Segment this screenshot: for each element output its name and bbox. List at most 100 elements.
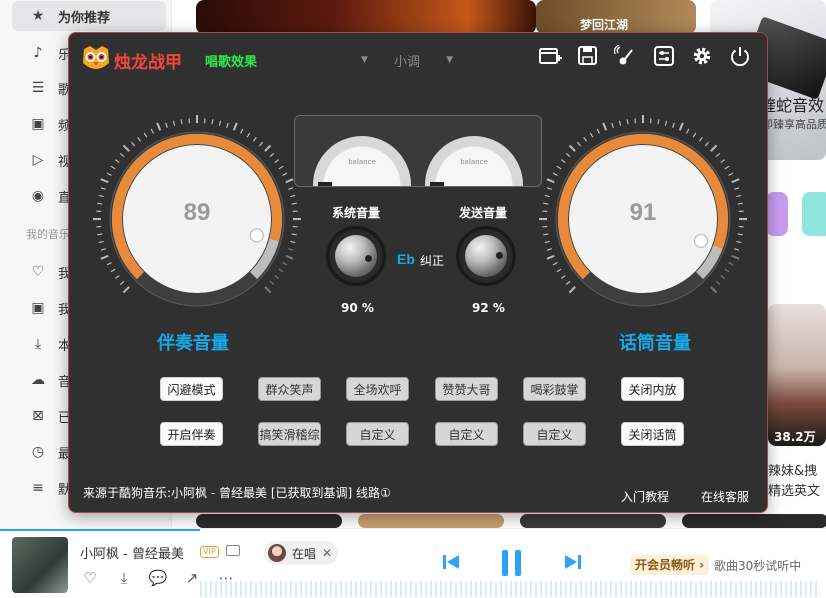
- bottom-tile[interactable]: [682, 514, 826, 528]
- next-track-button[interactable]: [564, 553, 582, 571]
- vip-upgrade-button[interactable]: 开会员畅听 ›: [630, 555, 710, 575]
- custom-effect-button[interactable]: 自定义: [346, 422, 409, 446]
- key-correct-button[interactable]: 纠正: [420, 252, 444, 269]
- dial-tick: [98, 240, 104, 244]
- dial-tick: [106, 172, 112, 176]
- dial-tick: [672, 122, 675, 128]
- sidebar-item-label: 为你推荐: [58, 10, 111, 26]
- banner-tile[interactable]: [196, 0, 536, 34]
- equalizer-button[interactable]: [651, 43, 677, 69]
- close-mic-button[interactable]: 关闭话筒: [621, 422, 684, 446]
- bottom-tile[interactable]: [520, 514, 666, 528]
- dial-tick: [100, 248, 106, 251]
- radio-icon: ▣: [31, 116, 45, 132]
- dial-tick: [114, 159, 120, 164]
- dial-tick: [736, 194, 742, 198]
- send-volume-knob[interactable]: [456, 226, 516, 286]
- settings-button[interactable]: [689, 43, 715, 69]
- dial-tick: [556, 165, 562, 170]
- dial-tick: [180, 119, 183, 125]
- meter-needle: [430, 182, 444, 186]
- dial-tick: [278, 165, 284, 170]
- banner-tile-game[interactable]: 梦回江湖: [536, 0, 696, 34]
- music-note-icon: ♪: [33, 45, 43, 61]
- dodge-mode-button[interactable]: 闪避模式: [160, 377, 223, 401]
- mic-volume-label: 话筒音量: [619, 333, 691, 354]
- singing-label: 在唱: [292, 546, 317, 561]
- artist-card[interactable]: 38.2万: [768, 304, 826, 446]
- mode-label[interactable]: 唱歌效果: [205, 51, 257, 70]
- download-icon[interactable]: ⤓: [114, 569, 134, 587]
- dial-tick: [269, 280, 275, 286]
- mv-icon[interactable]: [226, 545, 240, 556]
- close-icon[interactable]: ✕: [322, 546, 332, 560]
- system-volume-percent: 90 %: [341, 301, 374, 315]
- dial-tick: [211, 119, 214, 125]
- bottom-tile[interactable]: [196, 514, 342, 528]
- share-icon[interactable]: ↗: [182, 569, 202, 587]
- dial-tick: [692, 132, 697, 138]
- accompany-volume-value: 89: [183, 199, 211, 226]
- dial-tick: [278, 268, 284, 273]
- dial-tick: [611, 122, 614, 128]
- dial-tick: [110, 165, 116, 170]
- comment-icon[interactable]: 💬: [148, 569, 168, 587]
- save-button[interactable]: [575, 43, 601, 69]
- category-pill[interactable]: [802, 192, 826, 236]
- album-cover[interactable]: [12, 537, 68, 593]
- dial-tick: [698, 136, 703, 142]
- dial-tick: [724, 268, 730, 273]
- accompany-volume-dial[interactable]: 89: [91, 113, 303, 325]
- dial-tick: [710, 286, 718, 294]
- owl-logo-icon: [83, 46, 109, 69]
- close-monitor-button[interactable]: 关闭内放: [621, 377, 684, 401]
- dial-tick: [544, 240, 550, 244]
- power-button[interactable]: [727, 43, 753, 69]
- dial-tick: [122, 286, 130, 294]
- support-link[interactable]: 在线客服: [701, 488, 749, 505]
- playlist-icon: ≡: [32, 480, 44, 496]
- pause-button[interactable]: [500, 549, 524, 577]
- funny-effect-button[interactable]: 搞笑滑稽综: [258, 422, 321, 446]
- custom-effect-button[interactable]: 自定义: [435, 422, 498, 446]
- applause-button[interactable]: 喝彩鼓掌: [523, 377, 586, 401]
- crowd-laugh-button[interactable]: 群众笑声: [258, 377, 321, 401]
- singing-chip[interactable]: 在唱 ✕: [264, 541, 338, 565]
- accompany-volume-label: 伴奏音量: [157, 333, 229, 354]
- dial-tick: [560, 159, 566, 164]
- trial-notice: 歌曲30秒试听中: [714, 559, 802, 573]
- avatar: [268, 544, 286, 562]
- dial-tick: [130, 141, 136, 147]
- artist-caption: 辣妹&拽: [768, 464, 818, 479]
- heart-icon[interactable]: ♡: [80, 569, 100, 587]
- previous-track-button[interactable]: [442, 553, 460, 571]
- bottom-tile[interactable]: [358, 514, 504, 528]
- playback-progress[interactable]: [0, 529, 200, 531]
- knob-indicator: [365, 255, 372, 262]
- praise-button[interactable]: 赞赞大哥: [435, 377, 498, 401]
- custom-effect-button[interactable]: 自定义: [523, 422, 586, 446]
- enable-accompany-button[interactable]: 开启伴奏: [160, 422, 223, 446]
- download-icon: ⤓: [34, 336, 42, 352]
- dial-tick: [285, 178, 294, 184]
- dial-tick: [285, 254, 294, 260]
- live-icon: ◉: [31, 188, 45, 204]
- dial-tick: [546, 248, 552, 251]
- key-select[interactable]: ▼ 小调 ▼: [361, 51, 453, 70]
- system-volume-knob[interactable]: [326, 226, 386, 286]
- crowd-cheer-button[interactable]: 全场欢呼: [346, 377, 409, 401]
- dial-tick: [543, 233, 549, 236]
- dial-tick: [150, 128, 154, 134]
- category-pill[interactable]: [766, 192, 788, 236]
- dial-tick: [282, 172, 288, 176]
- heart-icon: ♡: [31, 264, 45, 280]
- add-window-button[interactable]: [537, 43, 563, 69]
- mic-volume-dial[interactable]: 91: [537, 113, 749, 325]
- dial-tick: [246, 132, 251, 138]
- sidebar-item-recommend[interactable]: ★ 为你推荐: [12, 1, 166, 31]
- song-title[interactable]: 小阿枫 - 曾经最美: [80, 543, 184, 562]
- mic-sound-button[interactable]: [613, 43, 639, 69]
- knob-indicator: [496, 252, 503, 259]
- tutorial-link[interactable]: 入门教程: [621, 488, 669, 505]
- dial-tick: [258, 141, 264, 147]
